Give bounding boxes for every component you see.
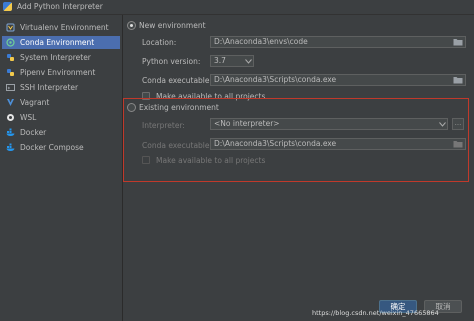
interpreter-label: Interpreter: [142,121,185,130]
vagrant-icon [6,98,15,107]
conda-executable-label: Conda executable: [142,76,213,85]
existing-make-available-checkbox[interactable] [142,156,150,164]
sidebar-item-pipenv[interactable]: Pipenv Environment [2,66,120,79]
title-bar: Add Python Interpreter [0,0,474,15]
sidebar-item-label: Virtualenv Environment [20,23,109,32]
chevron-down-icon[interactable] [437,119,447,129]
wsl-icon [6,113,15,122]
interpreter-select[interactable]: <No interpreter> [210,118,448,130]
sidebar-item-label: WSL [20,113,37,122]
sidebar-item-system[interactable]: System Interpreter [2,51,120,64]
new-environment-radio[interactable] [127,21,136,30]
existing-environment-radio[interactable] [127,103,136,112]
existing-make-available-label: Make available to all projects [156,156,266,165]
python-version-label: Python version: [142,57,201,66]
sidebar-item-label: Docker [20,128,47,137]
sidebar-item-docker-compose[interactable]: Docker Compose [2,141,120,154]
watermark-text: https://blog.csdn.net/weixin_47665864 [312,309,439,317]
browse-folder-icon[interactable] [452,37,464,47]
browse-folder-icon[interactable] [452,75,464,85]
docker-icon [6,128,15,137]
chevron-down-icon[interactable] [243,56,253,66]
sidebar-item-vagrant[interactable]: Vagrant [2,96,120,109]
sidebar-item-virtualenv[interactable]: Virtualenv Environment [2,21,120,34]
virtualenv-icon [6,23,15,32]
pipenv-icon [6,68,15,77]
docker-compose-icon [6,143,15,152]
existing-conda-executable-input[interactable]: D:\Anaconda3\Scripts\conda.exe [210,138,466,150]
python-icon [6,53,15,62]
sidebar-item-wsl[interactable]: WSL [2,111,120,124]
window-title: Add Python Interpreter [17,2,103,11]
sidebar-item-label: Conda Environment [20,38,95,47]
conda-icon [6,38,15,47]
sidebar-item-label: System Interpreter [20,53,91,62]
browse-interpreter-button[interactable]: ... [452,118,464,130]
new-environment-label: New environment [139,21,206,30]
existing-environment-label: Existing environment [139,103,219,112]
location-label: Location: [142,38,177,47]
existing-conda-executable-label: Conda executable: [142,141,213,150]
pycharm-logo-icon [3,2,12,11]
interpreter-type-list: Virtualenv Environment Conda Environment… [0,15,123,321]
location-input[interactable]: D:\Anaconda3\envs\code [210,36,466,48]
browse-folder-icon[interactable] [452,139,464,149]
conda-executable-input[interactable]: D:\Anaconda3\Scripts\conda.exe [210,74,466,86]
sidebar-item-label: SSH Interpreter [20,83,79,92]
sidebar-item-label: Pipenv Environment [20,68,96,77]
sidebar-item-label: Vagrant [20,98,50,107]
ssh-icon [6,83,15,92]
sidebar-item-docker[interactable]: Docker [2,126,120,139]
sidebar-item-label: Docker Compose [20,143,84,152]
sidebar-item-ssh[interactable]: SSH Interpreter [2,81,120,94]
sidebar-item-conda[interactable]: Conda Environment [2,36,120,49]
